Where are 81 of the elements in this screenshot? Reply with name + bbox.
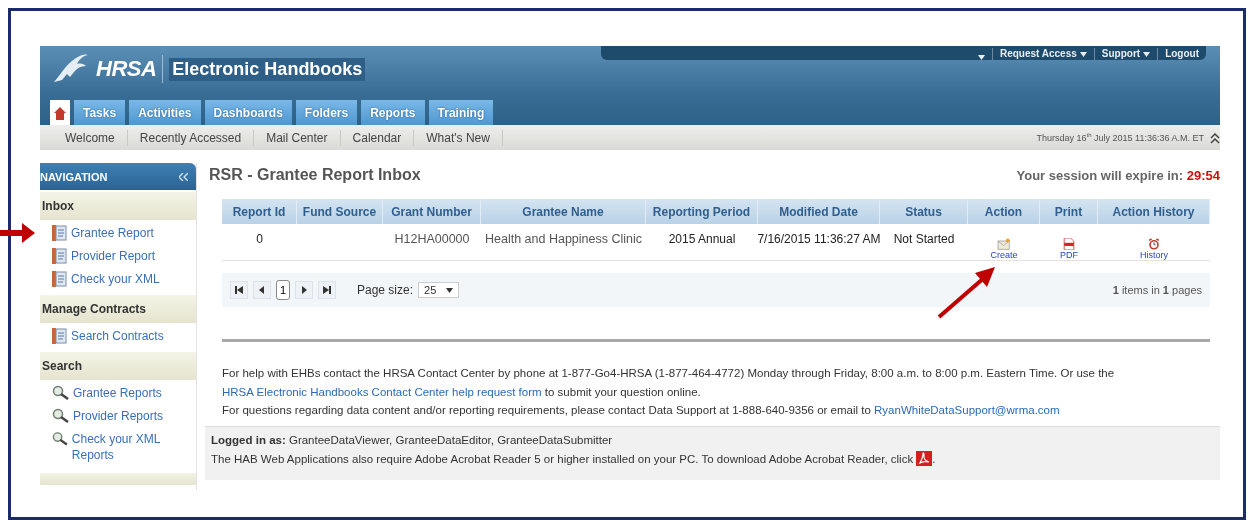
subnav-link[interactable]: Welcome — [40, 129, 128, 146]
table-cell: 7/16/2015 11:36:27 AM — [758, 224, 880, 261]
pdf-icon — [1063, 238, 1075, 250]
acrobat-icon[interactable] — [916, 450, 933, 466]
envelope-icon — [995, 238, 1013, 250]
alarm-clock-icon — [1147, 238, 1161, 250]
column-header: Reporting Period — [646, 199, 758, 224]
column-header: Status — [880, 199, 968, 224]
section-heading: Manage Contracts — [40, 295, 196, 323]
acrobat-text: The HAB Web Applications also require Adobe Acrobat Reader 5 or higher installed on your PC. To download Adobe Acrobat Reader, click . — [211, 449, 937, 468]
pager-button[interactable] — [318, 281, 336, 299]
collapse-icon[interactable] — [1210, 131, 1220, 144]
report-icon — [52, 271, 67, 287]
column-header: Action History — [1098, 199, 1210, 224]
help-link[interactable]: HRSA Electronic Handbooks Contact Center help request form — [222, 385, 542, 398]
section-heading: Search — [40, 352, 196, 380]
session-timer: Your session will expire in: 29:54 — [1016, 167, 1220, 183]
page-button[interactable]: 1 — [276, 280, 290, 300]
help-text: For help with EHBs contact the HRSA Contact Center by phone at 1-877-Go4-HRSA (1-877-464-4772) Monday through Friday, 8:00 a.m. to 8:00 p.m. Eastern Time. Or use the HRSA Electronic Handbooks Contact Center help request form to submit your question online. — [222, 366, 1116, 400]
action-link[interactable]: History — [1140, 232, 1168, 260]
caret-icon — [1079, 51, 1087, 57]
sidebar-link[interactable]: Grantee Reports — [52, 385, 196, 401]
caret-icon — [446, 287, 454, 293]
magnifier-icon — [52, 408, 69, 423]
table-cell: 0 — [222, 224, 297, 261]
action-link[interactable]: Create — [990, 232, 1018, 260]
column-header: Modified Date — [758, 199, 880, 224]
arrow-icon — [937, 265, 997, 319]
page-size-label: Page size: — [357, 283, 414, 297]
section-heading: Inbox — [40, 192, 196, 220]
sidebar-link[interactable]: Check your XML — [52, 271, 196, 287]
subnav-link[interactable]: What's New — [414, 129, 503, 146]
help-link[interactable]: RyanWhiteDataSupport@wrma.com — [874, 404, 1060, 416]
previous-icon — [258, 286, 266, 294]
arrow-icon — [0, 222, 36, 244]
top-link[interactable]: Logout — [1157, 48, 1206, 60]
caret-icon — [977, 55, 985, 60]
magnifier-icon — [52, 431, 68, 446]
table-cell: H12HA00000 — [383, 224, 481, 261]
table-cell: 2015 Annual — [646, 224, 758, 261]
column-header: Report Id — [222, 199, 297, 224]
pager-summary: 1 items in 1 pages — [1112, 284, 1202, 296]
sidebar-link[interactable]: Provider Reports — [52, 408, 196, 424]
subnav-link[interactable]: Recently Accessed — [127, 129, 255, 146]
last-page-icon — [323, 286, 331, 294]
magnifier-icon — [52, 385, 69, 400]
home-tab[interactable] — [50, 100, 70, 125]
table-cell: Health and Happiness Clinic — [481, 224, 646, 261]
caret-icon — [1143, 51, 1151, 57]
pager-button[interactable] — [230, 281, 248, 299]
report-icon — [52, 328, 67, 344]
sidebar-link[interactable]: Provider Report — [52, 248, 196, 264]
logo-text: HRSA — [96, 56, 157, 82]
top-link[interactable]: Support — [1093, 48, 1158, 60]
action-link[interactable]: PDF — [1060, 232, 1078, 260]
report-icon — [52, 248, 67, 264]
page-title: RSR - Grantee Report Inbox — [208, 166, 421, 184]
column-header: Action — [968, 199, 1040, 224]
column-header: Grant Number — [383, 199, 481, 224]
report-icon — [52, 225, 67, 241]
login-text: Logged in as: GranteeDataViewer, GranteeDataEditor, GranteeDataSubmitter — [211, 432, 614, 448]
sidebar-link[interactable]: Grantee Report — [52, 225, 196, 241]
top-link[interactable]: Request Access — [991, 48, 1094, 60]
next-icon — [300, 286, 308, 294]
app-title: Electronic Handbooks — [169, 57, 366, 81]
date-text: Thursday 16$^{th}$ July 2015 11:36:36 A.M. ET — [1036, 132, 1204, 143]
sidebar-link[interactable]: Search Contracts — [52, 328, 196, 344]
column-header: Fund Source — [297, 199, 383, 224]
page-size-select[interactable]: 25 — [418, 282, 460, 298]
first-page-icon — [235, 286, 243, 294]
table-cell: Not Started — [880, 224, 968, 261]
subnav-link[interactable]: Calendar — [340, 129, 415, 146]
help-text: For questions regarding data content and/or reporting requirements, please contact Data Support at 1-888-640-9356 or email to RyanWhiteDataSupport@wrma.com — [222, 403, 1061, 418]
column-header: Grantee Name — [481, 199, 646, 224]
sidebar-link[interactable]: Check your XML Reports — [52, 431, 196, 463]
column-header: Print — [1040, 199, 1098, 224]
navigation-title: NAVIGATION — [40, 170, 108, 183]
home-icon — [54, 105, 66, 120]
subnav-link[interactable]: Mail Center — [254, 129, 341, 146]
pager-button[interactable] — [253, 281, 271, 299]
pager-button[interactable] — [295, 281, 313, 299]
